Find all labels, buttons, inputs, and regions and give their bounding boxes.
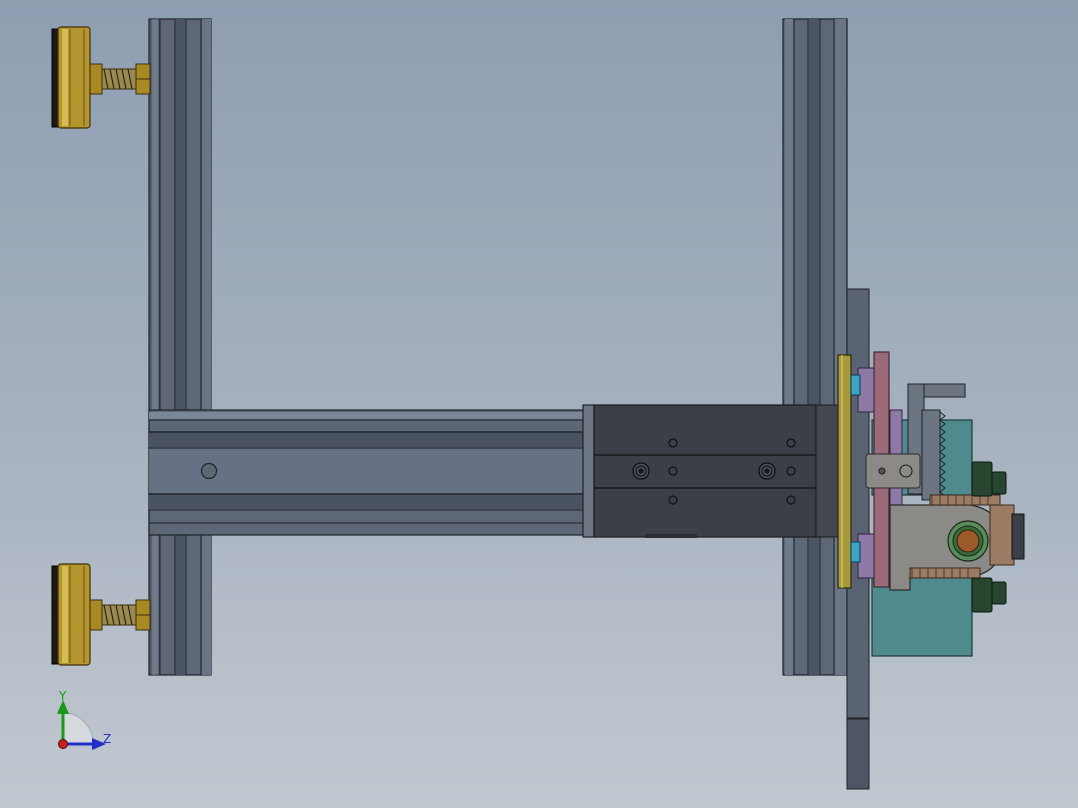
- cad-assembly-view: Y Z: [51, 18, 1025, 790]
- cyan-part-lower: [850, 541, 861, 563]
- triad-arc: [62, 712, 94, 744]
- guided-cylinder: [582, 404, 839, 538]
- z-axis-label: Z: [103, 732, 111, 746]
- serrated-jaw: [921, 409, 941, 501]
- gripper-assembly: [850, 351, 1025, 657]
- x-axis-origin-dot: [58, 739, 68, 749]
- tan-strip-lower: [909, 567, 981, 579]
- bottom-leveling-foot: [51, 563, 151, 666]
- end-block: [989, 504, 1015, 566]
- mounting-plate: [837, 354, 852, 589]
- top-leveling-foot: [51, 26, 151, 129]
- horizontal-beam: [148, 409, 590, 536]
- end-cap: [1011, 513, 1025, 560]
- orientation-triad[interactable]: Y Z: [57, 689, 111, 750]
- y-axis-label: Y: [58, 689, 67, 703]
- cad-viewport[interactable]: Y Z: [0, 0, 1078, 808]
- left-vertical-rail: [148, 18, 212, 676]
- beam-hole: [200, 462, 218, 480]
- teal-housing-lower: [871, 576, 973, 657]
- cyan-part-upper: [850, 374, 861, 396]
